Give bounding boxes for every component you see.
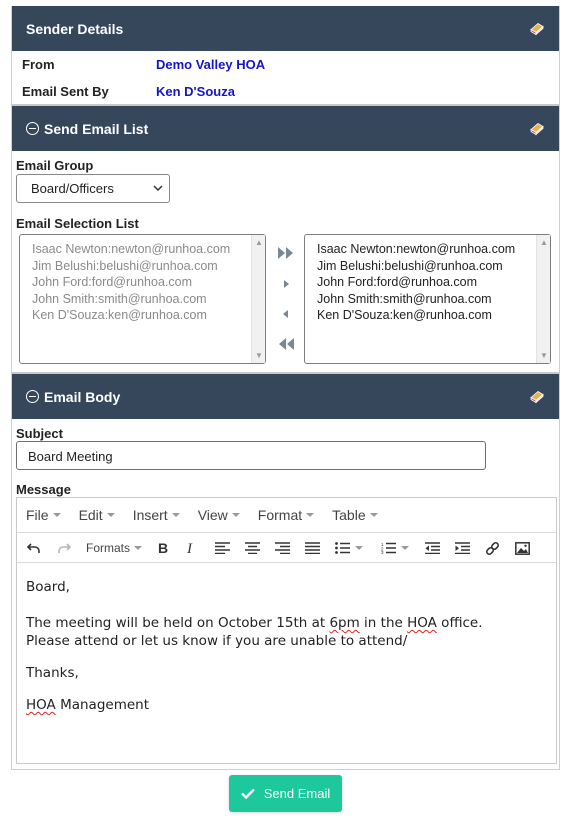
book-icon[interactable] — [529, 387, 545, 406]
message-signature: HOA Management — [26, 697, 150, 713]
svg-text:B: B — [158, 541, 168, 555]
bold-icon[interactable]: B — [157, 540, 169, 556]
move-right-icon[interactable] — [277, 277, 295, 291]
email-body-header[interactable]: Email Body — [12, 374, 559, 419]
align-center-icon[interactable] — [245, 540, 260, 556]
caret-down-icon — [231, 513, 240, 517]
scroll-up-icon[interactable]: ▲ — [255, 238, 263, 247]
scrollbar[interactable]: ▲ ▼ — [536, 235, 550, 363]
subject-label: Subject — [16, 426, 63, 441]
align-left-icon[interactable] — [215, 540, 230, 556]
redo-icon[interactable] — [57, 540, 71, 556]
check-icon — [240, 788, 255, 799]
caret-down-icon — [355, 546, 363, 550]
align-right-icon[interactable] — [275, 540, 290, 556]
caret-down-icon — [52, 513, 61, 517]
list-item[interactable]: John Smith:smith@runhoa.com — [32, 291, 230, 308]
message-editor[interactable]: File Edit Insert View Format Table Forma… — [16, 497, 557, 764]
sent-by-value: Ken D'Souza — [156, 84, 235, 99]
menu-table[interactable]: Table — [332, 507, 378, 523]
message-label: Message — [16, 482, 71, 497]
align-justify-icon[interactable] — [305, 540, 320, 556]
list-item[interactable]: Isaac Newton:newton@runhoa.com — [317, 241, 515, 258]
list-item[interactable]: Jim Belushi:belushi@runhoa.com — [317, 258, 515, 275]
scroll-down-icon[interactable]: ▼ — [255, 351, 263, 360]
selected-recipients-list[interactable]: Isaac Newton:newton@runhoa.com Jim Belus… — [304, 234, 551, 364]
sender-details-header: Sender Details — [12, 6, 559, 51]
email-list-title: Send Email List — [44, 120, 149, 137]
caret-down-icon — [306, 513, 315, 517]
message-content[interactable]: Board, The meeting will be held on Octob… — [26, 578, 483, 714]
message-line: Please attend or let us know if you are … — [26, 633, 408, 649]
italic-icon[interactable]: I — [186, 540, 198, 556]
send-email-label: Send Email — [263, 786, 331, 801]
menu-file[interactable]: File — [26, 507, 61, 523]
email-list-header[interactable]: Send Email List — [12, 106, 559, 151]
move-all-right-icon[interactable] — [277, 246, 295, 260]
subject-input[interactable]: Board Meeting — [16, 441, 486, 470]
svg-text:I: I — [186, 541, 193, 555]
available-recipients-list[interactable]: Isaac Newton:newton@runhoa.com Jim Belus… — [19, 234, 266, 364]
indent-icon[interactable] — [455, 540, 470, 556]
minus-circle-icon[interactable] — [26, 122, 39, 135]
list-item[interactable]: John Ford:ford@runhoa.com — [317, 274, 515, 291]
menu-edit[interactable]: Edit — [79, 507, 115, 523]
email-group-select[interactable]: Board/Officers — [16, 174, 170, 203]
formats-dropdown[interactable]: Formats — [86, 540, 143, 556]
chevron-down-icon — [153, 185, 163, 192]
message-closing: Thanks, — [26, 665, 79, 681]
from-value: Demo Valley HOA — [156, 57, 266, 72]
menu-format[interactable]: Format — [258, 507, 315, 523]
editor-menubar: File Edit Insert View Format Table — [17, 498, 556, 533]
caret-down-icon — [171, 513, 180, 517]
caret-down-icon — [134, 546, 143, 550]
email-group-selected: Board/Officers — [31, 181, 114, 196]
svg-text:3: 3 — [381, 550, 384, 554]
send-email-button[interactable]: Send Email — [229, 775, 342, 812]
email-body-title: Email Body — [44, 388, 121, 405]
list-item[interactable]: Ken D'Souza:ken@runhoa.com — [317, 307, 515, 324]
move-left-icon[interactable] — [277, 307, 295, 321]
menu-view[interactable]: View — [198, 507, 240, 523]
message-greeting: Board, — [26, 579, 70, 595]
list-item[interactable]: John Ford:ford@runhoa.com — [32, 274, 230, 291]
book-icon[interactable] — [529, 19, 545, 38]
caret-down-icon — [369, 513, 378, 517]
from-label: From — [22, 57, 55, 72]
bullet-list-icon[interactable] — [335, 540, 363, 556]
message-line: The meeting will be held on October 15th… — [26, 615, 483, 631]
editor-toolbar: Formats B I 123 — [17, 533, 556, 563]
sender-details-title: Sender Details — [26, 20, 124, 37]
image-icon[interactable] — [515, 540, 530, 556]
undo-icon[interactable] — [27, 540, 41, 556]
email-selection-label: Email Selection List — [16, 216, 139, 231]
formats-label: Formats — [86, 541, 131, 555]
sent-by-label: Email Sent By — [22, 84, 109, 99]
list-item[interactable]: John Smith:smith@runhoa.com — [317, 291, 515, 308]
caret-down-icon — [401, 546, 409, 550]
link-icon[interactable] — [485, 540, 500, 556]
book-icon[interactable] — [529, 119, 545, 138]
list-item[interactable]: Ken D'Souza:ken@runhoa.com — [32, 307, 230, 324]
email-group-label: Email Group — [16, 158, 94, 173]
menu-insert[interactable]: Insert — [133, 507, 180, 523]
move-all-left-icon[interactable] — [277, 337, 295, 351]
outdent-icon[interactable] — [425, 540, 440, 556]
numbered-list-icon[interactable]: 123 — [381, 540, 409, 556]
caret-down-icon — [106, 513, 115, 517]
list-item[interactable]: Jim Belushi:belushi@runhoa.com — [32, 258, 230, 275]
subject-value: Board Meeting — [28, 449, 113, 464]
minus-circle-icon[interactable] — [26, 390, 39, 403]
scroll-up-icon[interactable]: ▲ — [540, 238, 548, 247]
list-item[interactable]: Isaac Newton:newton@runhoa.com — [32, 241, 230, 258]
scrollbar[interactable]: ▲ ▼ — [251, 235, 265, 363]
scroll-down-icon[interactable]: ▼ — [540, 351, 548, 360]
